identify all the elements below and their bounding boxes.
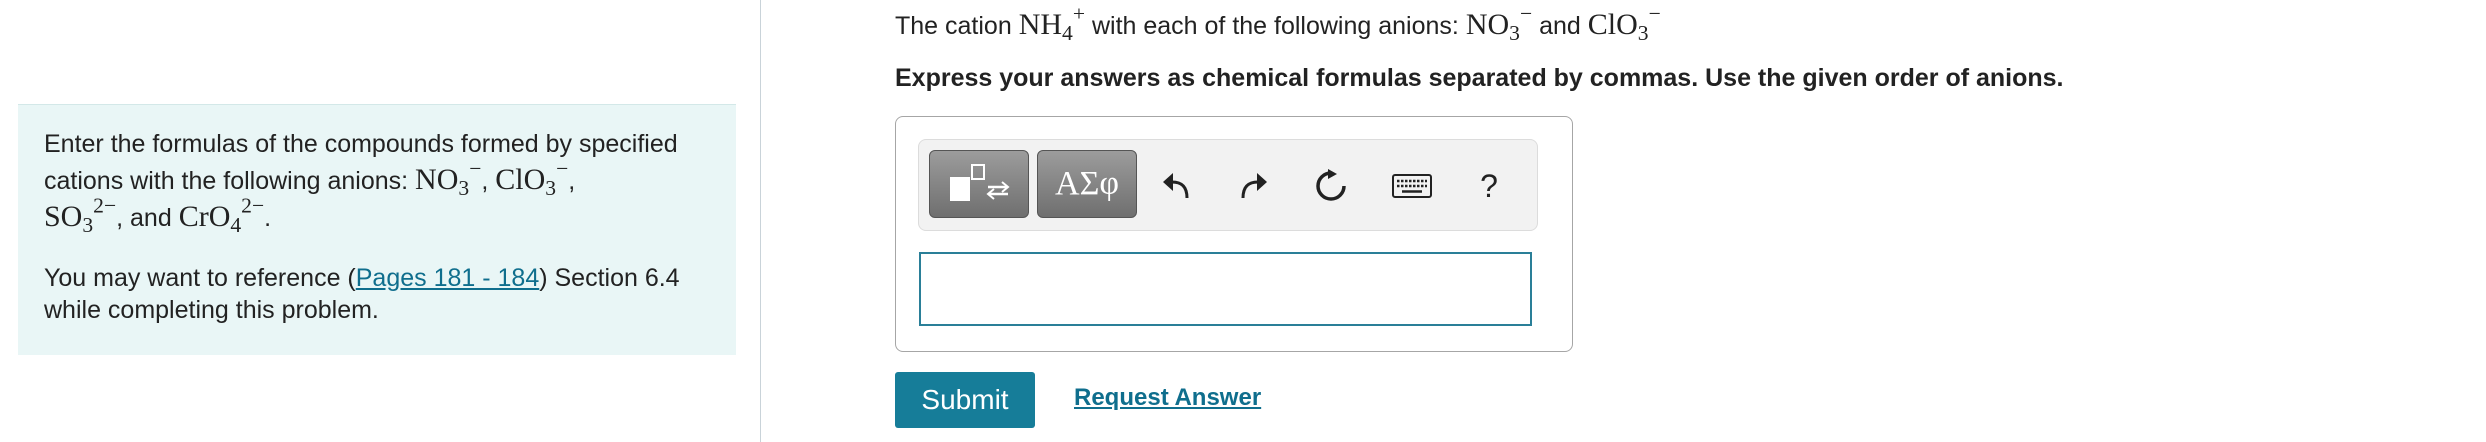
undo-icon[interactable]: [1157, 166, 1197, 206]
anion-no3: NO3−: [415, 156, 482, 201]
reference-pages-link[interactable]: Pages 181 - 184: [356, 264, 539, 292]
request-answer-link[interactable]: Request Answer: [1074, 384, 1261, 412]
anion-cro4: CrO42−: [178, 193, 265, 238]
submit-button[interactable]: Submit: [895, 372, 1035, 428]
question-anion-no3: NO3−: [1465, 1, 1533, 46]
anion-clo3: ClO3−: [495, 156, 569, 201]
column-divider: [760, 0, 761, 442]
redo-icon[interactable]: [1233, 166, 1273, 206]
intro-text: Enter the formulas of the compounds form…: [44, 130, 678, 238]
answer-input[interactable]: [919, 252, 1532, 326]
reset-icon[interactable]: [1311, 166, 1351, 206]
symbols-button[interactable]: ΑΣφ: [1037, 150, 1137, 218]
help-icon[interactable]: ?: [1469, 166, 1509, 206]
keyboard-icon[interactable]: [1389, 166, 1435, 206]
answer-instruction: Express your answers as chemical formula…: [895, 64, 2064, 92]
reference-text: You may want to reference (Pages 181 - 1…: [44, 264, 680, 324]
question-anion-clo3: ClO3−: [1587, 1, 1661, 46]
math-toolbar: ΑΣφ ?: [918, 139, 1538, 231]
problem-intro-panel: Enter the formulas of the compounds form…: [18, 104, 736, 355]
answer-container: ΑΣφ ?: [895, 116, 1573, 352]
cation-nh4: NH4+: [1018, 1, 1086, 46]
question-prompt: The cation NH4+ with each of the followi…: [895, 1, 1661, 46]
templates-icon: [950, 164, 1010, 201]
templates-button[interactable]: [929, 150, 1029, 218]
anion-so3: SO32−: [44, 193, 117, 238]
